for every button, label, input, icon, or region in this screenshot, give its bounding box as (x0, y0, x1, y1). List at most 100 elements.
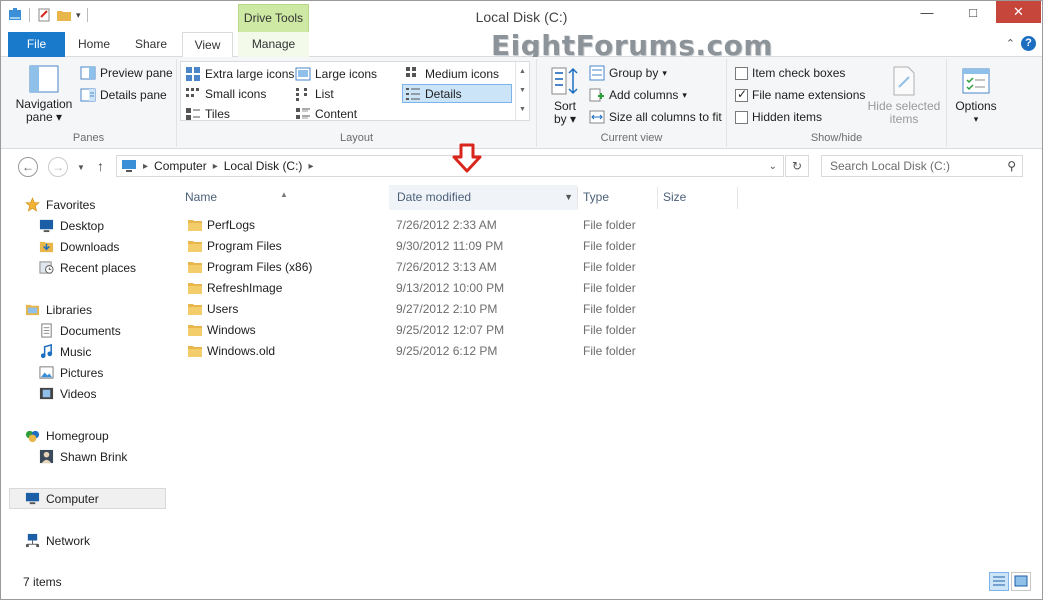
address-bar[interactable]: ▸ Computer ▸ Local Disk (C:) ▸ ⌄ (116, 155, 784, 177)
file-name: Windows.old (207, 344, 276, 358)
title-bar: ▾ Drive Tools Local Disk (C:) — □ ✕ (1, 1, 1042, 32)
nav-homegroup[interactable]: Homegroup (25, 428, 109, 443)
videos-icon (39, 387, 54, 400)
nav-recent-places[interactable]: Recent places (39, 260, 136, 275)
folder-icon (188, 283, 202, 294)
nav-computer[interactable]: Computer (25, 491, 99, 506)
add-columns-button[interactable]: Add columns ▾ (589, 87, 687, 103)
sort-by-button[interactable]: Sort by ▾ (545, 65, 585, 126)
close-button[interactable]: ✕ (996, 1, 1041, 23)
details-view-button[interactable] (989, 572, 1009, 591)
column-dropdown-icon[interactable]: ▼ (564, 185, 573, 210)
folder-icon (188, 220, 202, 231)
layout-details[interactable]: Details (402, 84, 512, 103)
recent-locations-icon[interactable]: ▼ (77, 163, 85, 172)
address-dropdown-icon[interactable]: ⌄ (769, 161, 777, 172)
search-input[interactable]: Search Local Disk (C:) ⚲ (821, 155, 1023, 177)
refresh-button[interactable]: ↻ (785, 155, 809, 177)
item-check-boxes-checkbox[interactable] (735, 66, 748, 80)
current-view-group-label: Current view (600, 132, 663, 144)
ribbon-collapse-icon[interactable]: ⌃ (1006, 37, 1015, 50)
large-icons-view-button[interactable] (1011, 572, 1031, 591)
breadcrumb-local-disk[interactable]: Local Disk (C:) (224, 159, 303, 173)
table-row[interactable]: PerfLogs 7/26/2012 2:33 AM File folder (177, 215, 737, 236)
file-name-extensions-option[interactable]: File name extensions (735, 87, 865, 102)
nav-documents[interactable]: Documents (39, 323, 121, 338)
list-icon (296, 88, 307, 101)
nav-pictures[interactable]: Pictures (39, 365, 103, 380)
back-button[interactable]: ← (18, 157, 38, 177)
ribbon: Navigation pane ▾ Preview pane Details p… (1, 57, 1042, 149)
column-divider[interactable] (737, 187, 738, 209)
hidden-items-checkbox[interactable] (735, 110, 748, 124)
tab-view[interactable]: View (182, 32, 233, 58)
breadcrumb-separator-icon[interactable]: ▸ (308, 161, 313, 172)
layout-extra-large-icons[interactable]: Extra large icons (185, 66, 294, 82)
options-button[interactable]: Options ▾ (951, 65, 1001, 126)
preview-pane-button[interactable]: Preview pane (80, 65, 173, 81)
large-icons-icon (295, 67, 311, 81)
size-columns-button[interactable]: Size all columns to fit (589, 109, 722, 125)
table-row[interactable]: Windows.old 9/25/2012 6:12 PM File folder (177, 341, 737, 362)
tab-share[interactable]: Share (127, 32, 175, 57)
layout-medium-icons[interactable]: Medium icons (405, 66, 499, 82)
folder-icon (188, 262, 202, 273)
column-header-size[interactable]: Size (655, 185, 737, 210)
folder-icon (188, 325, 202, 336)
minimize-button[interactable]: — (904, 1, 950, 23)
item-check-boxes-option[interactable]: Item check boxes (735, 66, 845, 80)
maximize-button[interactable]: □ (950, 1, 996, 23)
layout-content[interactable]: Content (295, 106, 357, 122)
sort-by-icon (551, 67, 578, 95)
tab-file[interactable]: File (8, 32, 65, 57)
file-name-extensions-checkbox[interactable] (735, 87, 748, 102)
documents-icon (41, 323, 52, 338)
hide-selected-items-button[interactable]: Hide selected items (867, 65, 941, 126)
file-type: File folder (583, 260, 636, 274)
column-header-type[interactable]: Type (575, 185, 657, 210)
nav-downloads[interactable]: Downloads (39, 239, 119, 254)
nav-favorites[interactable]: Favorites (25, 197, 95, 212)
breadcrumb-computer[interactable]: Computer (154, 159, 207, 173)
nav-desktop[interactable]: Desktop (39, 218, 104, 233)
breadcrumb-separator-icon[interactable]: ▸ (213, 161, 218, 172)
search-icon[interactable]: ⚲ (1007, 156, 1016, 176)
breadcrumb-separator-icon[interactable]: ▸ (143, 161, 148, 172)
computer-icon (25, 492, 40, 505)
table-row[interactable]: Windows 9/25/2012 12:07 PM File folder (177, 320, 737, 341)
column-header-name[interactable]: Name ▲ (177, 185, 389, 210)
table-row[interactable]: RefreshImage 9/13/2012 10:00 PM File folde… (177, 278, 737, 299)
tab-manage[interactable]: Manage (238, 32, 309, 57)
add-columns-icon (589, 88, 604, 102)
layout-large-icons[interactable]: Large icons (295, 66, 377, 82)
group-by-button[interactable]: Group by ▾ (589, 65, 667, 81)
column-header-date-modified[interactable]: Date modified ▼ (389, 185, 577, 210)
table-row[interactable]: Program Files (x86) 7/26/2012 3:13 AM File… (177, 257, 737, 278)
file-date-modified: 9/25/2012 6:12 PM (396, 344, 498, 358)
file-name: Windows (207, 323, 256, 337)
music-icon (40, 344, 53, 359)
file-type: File folder (583, 281, 636, 295)
hidden-items-option[interactable]: Hidden items (735, 110, 822, 124)
forward-button[interactable]: → (48, 157, 68, 177)
tab-home[interactable]: Home (71, 32, 117, 57)
nav-user[interactable]: Shawn Brink (39, 449, 127, 464)
up-button[interactable]: ↑ (97, 158, 104, 174)
nav-libraries[interactable]: Libraries (25, 302, 92, 317)
layout-small-icons[interactable]: Small icons (185, 86, 266, 102)
file-type: File folder (583, 218, 636, 232)
table-row[interactable]: Program Files 9/30/2012 11:09 PM File fold… (177, 236, 737, 257)
details-pane-button[interactable]: Details pane (80, 87, 167, 103)
nav-videos[interactable]: Videos (39, 386, 96, 401)
layout-list[interactable]: List (295, 86, 334, 102)
medium-icons-icon (406, 67, 416, 77)
layout-scroll-arrows[interactable]: ▲ ▼ ▼ (515, 62, 529, 120)
window-title: Local Disk (C:) (475, 9, 568, 25)
table-row[interactable]: Users 9/27/2012 2:10 PM File folder (177, 299, 737, 320)
layout-tiles[interactable]: Tiles (185, 106, 230, 122)
nav-network[interactable]: Network (25, 533, 90, 548)
navigation-pane-button[interactable]: Navigation pane ▾ (11, 63, 77, 124)
nav-music[interactable]: Music (39, 344, 91, 359)
downloads-icon (39, 241, 54, 253)
help-icon[interactable]: ? (1021, 36, 1036, 51)
